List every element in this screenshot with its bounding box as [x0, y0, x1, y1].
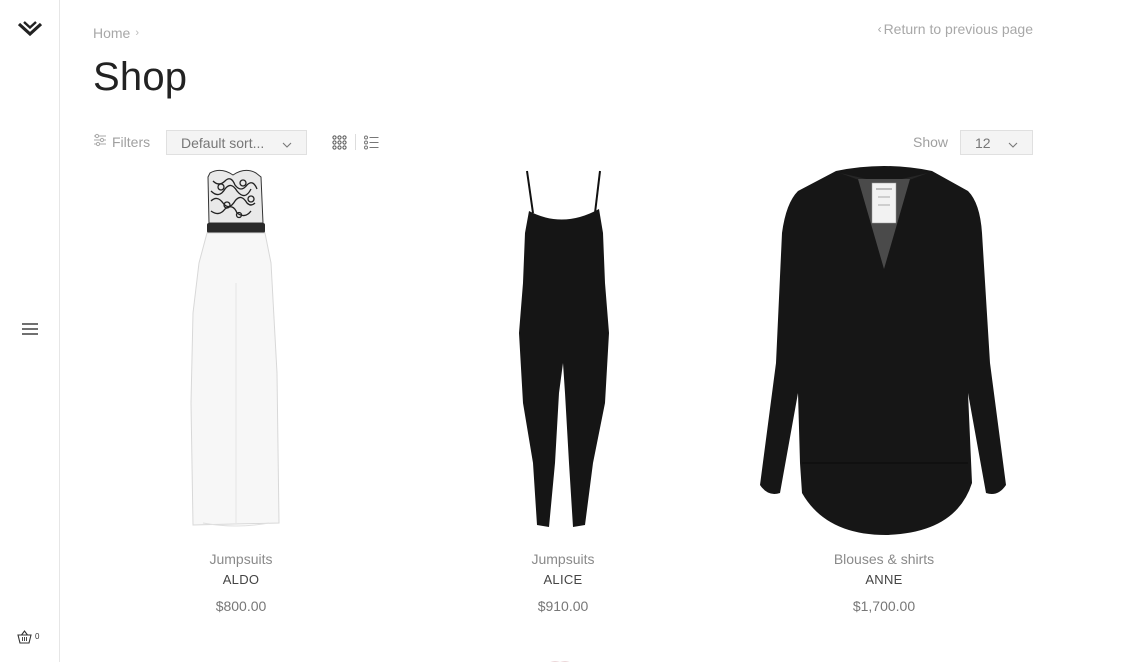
breadcrumb: Home ›: [93, 25, 139, 41]
hamburger-icon[interactable]: [20, 321, 40, 337]
shop-main: Home › ‹ Return to previous page Shop Fi…: [93, 0, 1033, 662]
chevron-down-icon: [1008, 135, 1018, 151]
grid-view-icon[interactable]: [332, 135, 347, 150]
product-card[interactable]: Jumpsuits ALDO $800.00: [93, 163, 389, 614]
basket-icon: [17, 629, 32, 649]
filters-button[interactable]: Filters: [93, 133, 150, 150]
chevron-down-icon: [282, 135, 292, 151]
sort-select[interactable]: Default sort...: [166, 130, 307, 155]
product-card[interactable]: Jumpsuits ALICE $910.00: [415, 163, 711, 614]
product-category[interactable]: Blouses & shirts: [736, 551, 1032, 567]
product-price: $910.00: [537, 598, 589, 614]
show-label: Show: [913, 134, 949, 150]
chevron-logo-icon[interactable]: [17, 20, 43, 40]
product-price: $1,700.00: [852, 598, 916, 614]
product-name[interactable]: ALDO: [93, 572, 389, 587]
return-to-previous-page-link[interactable]: ‹ Return to previous page: [878, 21, 1033, 37]
cart-count-badge: 0: [35, 632, 40, 641]
product-price: $800.00: [215, 598, 267, 614]
list-view-icon[interactable]: [364, 135, 379, 150]
sidebar: 0: [0, 0, 60, 662]
product-category[interactable]: Jumpsuits: [93, 551, 389, 567]
white-jumpsuit-image[interactable]: [93, 163, 389, 535]
product-category[interactable]: Jumpsuits: [415, 551, 711, 567]
page-title: Shop: [93, 55, 188, 99]
product-name[interactable]: ANNE: [736, 572, 1032, 587]
return-link-label: Return to previous page: [883, 21, 1033, 37]
sort-select-value: Default sort...: [181, 134, 265, 151]
cart-button[interactable]: 0: [17, 629, 45, 649]
breadcrumb-separator: ›: [135, 27, 140, 39]
shop-toolbar: Filters Default sort... Show 12: [93, 130, 1033, 155]
next-row-product-image[interactable]: [537, 655, 583, 662]
per-page-select[interactable]: 12: [960, 130, 1033, 155]
black-blouse-image[interactable]: [736, 163, 1032, 535]
chevron-left-icon: ‹: [877, 22, 882, 36]
view-toggle-divider: [355, 134, 356, 150]
filters-label: Filters: [112, 133, 151, 150]
sliders-icon: [93, 133, 107, 150]
product-card[interactable]: Blouses & shirts ANNE $1,700.00: [736, 163, 1032, 614]
product-name[interactable]: ALICE: [415, 572, 711, 587]
black-jumpsuit-image[interactable]: [415, 163, 711, 535]
breadcrumb-home-link[interactable]: Home: [93, 25, 130, 41]
per-page-value: 12: [975, 134, 991, 151]
